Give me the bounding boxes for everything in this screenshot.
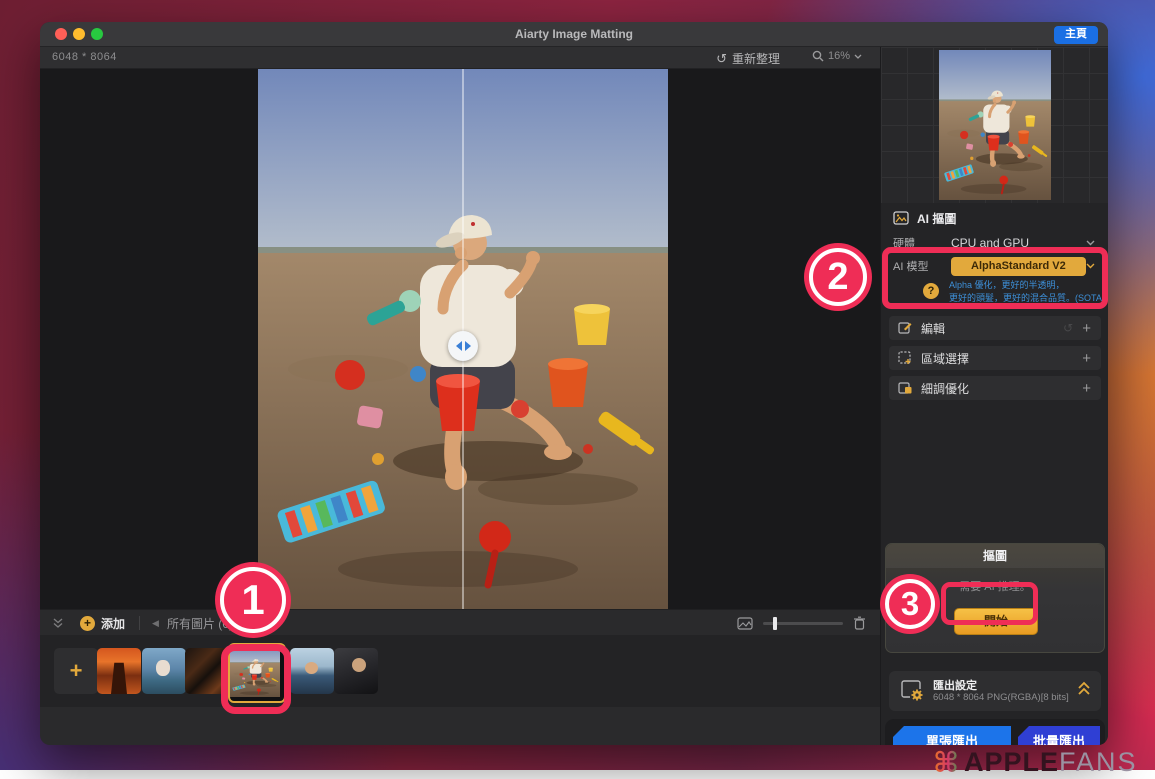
- panel-region-label: 區域選擇: [921, 351, 970, 366]
- region-select-icon: [898, 351, 911, 364]
- chevron-down-icon[interactable]: [1086, 240, 1095, 246]
- thumbnail-lake-child[interactable]: [142, 648, 186, 694]
- navigator-preview: [881, 47, 1108, 203]
- editor-toolbar: 6048 * 8064 ↺ 重新整理 16%: [40, 47, 880, 69]
- watermark-light-text: FANS: [1059, 747, 1138, 777]
- editing-canvas: [40, 69, 880, 609]
- watermark: ⌘ APPLE FANS: [933, 746, 1138, 779]
- panel-edit-label: 編輯: [921, 321, 946, 336]
- slider-right-arrow-icon: [464, 341, 471, 351]
- refresh-icon: ↺: [716, 51, 727, 66]
- window-title: Aiarty Image Matting: [514, 27, 634, 41]
- right-sidebar: AI 摳圖 硬體 CPU and GPU AI 模型 AlphaStandard…: [880, 47, 1108, 745]
- filmstrip-toolbar: + 添加 ◀ 所有圖片 (6) / IMG: [40, 609, 880, 636]
- annotation-number: 1: [241, 576, 265, 623]
- watermark-bold-text: APPLE: [963, 747, 1060, 777]
- back-icon[interactable]: ◀: [152, 618, 159, 629]
- panel-refine-label: 細調優化: [921, 381, 970, 396]
- add-plus-icon: +: [80, 615, 95, 631]
- thumbnail-size-slider[interactable]: [763, 616, 843, 630]
- add-label: 添加: [101, 616, 126, 631]
- undo-icon: ↺: [1063, 321, 1074, 335]
- compare-slider-handle[interactable]: [448, 331, 478, 361]
- thumbnail-size-icon: [737, 616, 753, 630]
- magnifier-icon: [812, 50, 824, 62]
- annotation-box-step3: [941, 582, 1038, 625]
- expand-edit-icon[interactable]: +: [1082, 320, 1091, 337]
- expand-region-icon[interactable]: +: [1082, 350, 1091, 367]
- export-settings-detail: 6048 * 8064 PNG(RGBA)[8 bits]: [933, 692, 1069, 703]
- export-buttons-bar: 單張匯出 批量匯出: [885, 719, 1105, 745]
- title-bar: Aiarty Image Matting 主頁: [40, 22, 1108, 47]
- panel-refine[interactable]: 細調優化 +: [889, 376, 1101, 400]
- refine-icon: [898, 382, 912, 394]
- navigator-photo: [939, 50, 1051, 200]
- zoom-value: 16%: [827, 50, 850, 62]
- command-icon: ⌘: [933, 747, 960, 778]
- trash-icon[interactable]: [853, 616, 866, 630]
- ai-matting-title: AI 摳圖: [917, 211, 957, 226]
- zoom-control[interactable]: 16%: [812, 50, 862, 62]
- divider: [139, 616, 141, 630]
- panel-region-select[interactable]: 區域選擇 +: [889, 346, 1101, 370]
- thumbnail-torii-gates[interactable]: [97, 648, 141, 694]
- add-image-button[interactable]: + 添加: [80, 615, 125, 632]
- refresh-button[interactable]: ↺ 重新整理: [716, 50, 780, 67]
- add-image-tile[interactable]: +: [54, 648, 98, 694]
- export-settings-title: 匯出設定: [933, 680, 977, 692]
- collapse-filmstrip-icon[interactable]: [52, 617, 64, 629]
- edit-icon: [898, 322, 912, 334]
- export-batch-button[interactable]: 批量匯出: [1018, 726, 1100, 745]
- app-window: Aiarty Image Matting 主頁 6048 * 8064 ↺ 重新整…: [40, 22, 1108, 745]
- export-settings-icon: [901, 680, 923, 701]
- plus-icon: +: [69, 658, 83, 683]
- export-single-button[interactable]: 單張匯出: [893, 726, 1011, 745]
- slider-left-arrow-icon: [455, 341, 462, 351]
- thumbnail-blue-person[interactable]: [290, 648, 334, 694]
- chevron-down-icon: [854, 54, 862, 59]
- annotation-box-step2: [882, 247, 1108, 309]
- annotation-circle-step1: 1: [215, 562, 291, 638]
- expand-refine-icon[interactable]: +: [1082, 380, 1091, 397]
- filmstrip-right-controls: [737, 616, 866, 630]
- panel-edit[interactable]: 編輯 ↺ +: [889, 316, 1101, 340]
- annotation-number: 3: [900, 585, 920, 622]
- refresh-label: 重新整理: [731, 52, 780, 66]
- annotation-box-step1: [221, 644, 291, 714]
- annotation-circle-step2: 2: [804, 243, 872, 311]
- annotation-circle-step3: 3: [880, 574, 940, 634]
- annotation-number: 2: [827, 255, 849, 298]
- ai-matting-icon: [893, 211, 909, 225]
- ai-matting-section-header: AI 摳圖: [881, 207, 1108, 229]
- image-dimensions-label: 6048 * 8064: [52, 51, 117, 63]
- export-settings-row[interactable]: 匯出設定 6048 * 8064 PNG(RGBA)[8 bits]: [889, 671, 1101, 711]
- home-button[interactable]: 主頁: [1054, 26, 1098, 44]
- thumbnail-dark-portrait[interactable]: [334, 648, 378, 694]
- filmstrip-thumbnails: +: [40, 635, 880, 707]
- matting-panel-title: 摳圖: [886, 544, 1104, 568]
- slider-thumb[interactable]: [773, 616, 777, 630]
- collapse-up-icon[interactable]: [1077, 681, 1091, 697]
